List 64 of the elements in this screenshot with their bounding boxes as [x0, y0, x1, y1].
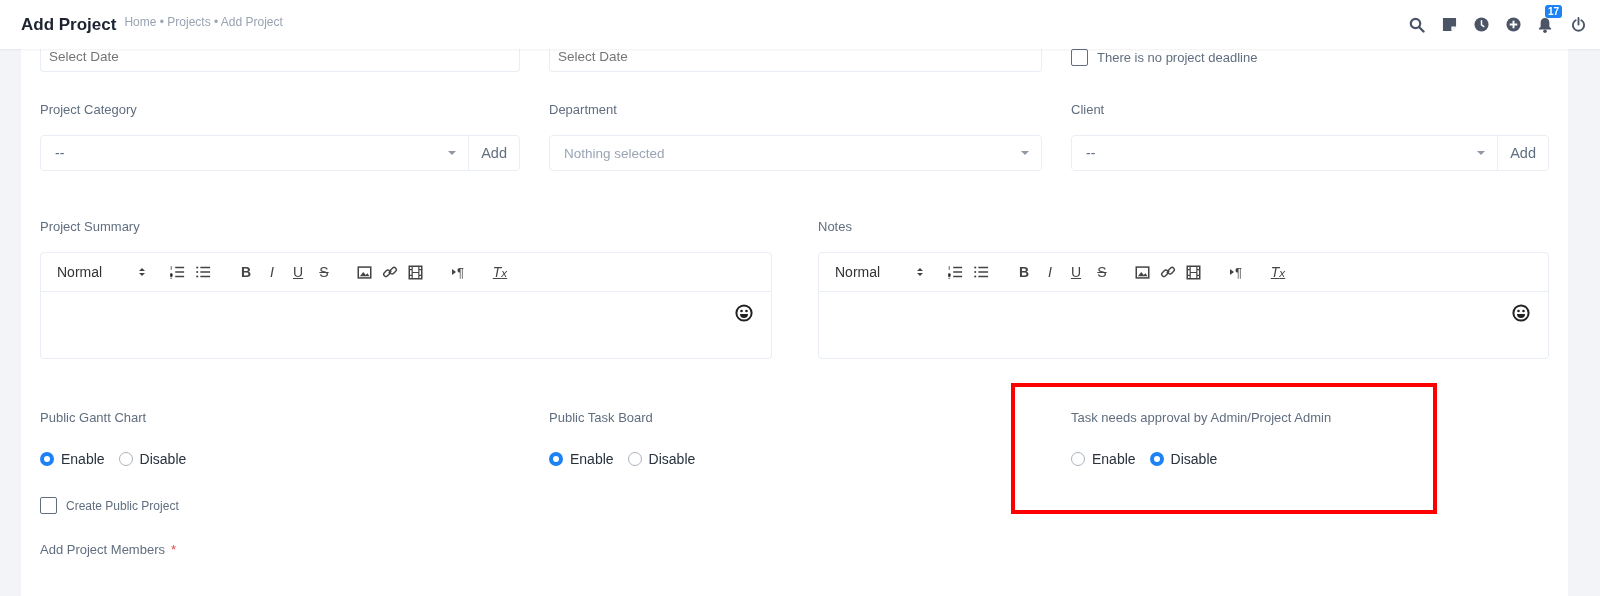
field-label: Client	[1071, 102, 1106, 117]
checkbox-label: Create Public Project	[66, 498, 179, 513]
text-direction-button[interactable]: ¶	[1227, 260, 1245, 284]
format-dropdown[interactable]: Normal	[57, 260, 145, 284]
checkbox-label: There is no project deadline	[1097, 50, 1258, 65]
format-dropdown[interactable]: Normal	[835, 260, 923, 284]
note-icon[interactable]	[1442, 17, 1457, 32]
smiley-icon[interactable]	[735, 304, 753, 322]
radio-button[interactable]	[549, 452, 563, 466]
text-direction-button[interactable]: ¶	[449, 260, 467, 284]
bullet-list-icon[interactable]	[973, 264, 989, 280]
bold-button[interactable]: B	[1015, 260, 1033, 284]
add-icon[interactable]	[1506, 17, 1521, 32]
numbered-list-icon[interactable]	[169, 264, 185, 280]
radio-button[interactable]	[1149, 452, 1164, 466]
date-field[interactable]: Select Date	[40, 49, 520, 72]
notification-badge: 17	[1545, 4, 1563, 18]
field-label: Public Task Board	[549, 410, 654, 425]
underline-button[interactable]: U	[289, 260, 307, 284]
date-field[interactable]: Select Date	[549, 49, 1042, 72]
bullet-list-icon[interactable]	[195, 264, 211, 280]
image-icon[interactable]	[357, 264, 372, 280]
search-icon[interactable]	[1409, 16, 1425, 33]
bell-icon[interactable]	[1538, 16, 1552, 33]
clock-icon[interactable]	[1474, 17, 1489, 32]
radio-button[interactable]	[627, 452, 642, 466]
link-icon[interactable]	[1160, 264, 1176, 280]
bold-button[interactable]: B	[237, 260, 255, 284]
radio-option[interactable]: Disable	[118, 451, 187, 467]
field-label: Notes	[818, 219, 853, 234]
underline-button[interactable]: U	[1067, 260, 1085, 284]
film-icon[interactable]	[408, 264, 423, 280]
radio-option[interactable]: Disable	[627, 451, 696, 467]
strikethrough-button[interactable]: S	[315, 260, 333, 284]
field-label: Add Project Members	[40, 542, 165, 557]
film-icon[interactable]	[1186, 264, 1201, 280]
radio-option[interactable]: Enable	[1071, 451, 1136, 467]
checkbox[interactable]	[40, 497, 57, 514]
radio-button[interactable]	[1071, 452, 1085, 466]
italic-button[interactable]: I	[263, 260, 281, 284]
radio-button[interactable]	[40, 452, 54, 466]
field-label: Project Summary	[40, 219, 141, 234]
breadcrumb: Home • Projects • Add Project	[124, 15, 283, 29]
checkbox[interactable]	[1071, 49, 1088, 66]
image-icon[interactable]	[1135, 264, 1150, 280]
link-icon[interactable]	[382, 264, 398, 280]
power-icon[interactable]	[1571, 17, 1586, 32]
field-label: Public Gantt Chart	[40, 410, 148, 425]
radio-option[interactable]: Enable	[40, 451, 105, 467]
page-title: Add Project	[21, 14, 117, 35]
strikethrough-button[interactable]: S	[1093, 260, 1111, 284]
required-mark: *	[171, 542, 177, 557]
radio-option[interactable]: Disable	[1149, 451, 1218, 467]
radio-option[interactable]: Enable	[549, 451, 614, 467]
field-label: Department	[549, 102, 618, 117]
sort-arrows-icon	[139, 268, 145, 276]
radio-button[interactable]	[118, 452, 133, 466]
field-label: Task needs approval by Admin/Project Admin	[1071, 410, 1333, 425]
field-label: Project Category	[40, 102, 138, 117]
smiley-icon[interactable]	[1512, 304, 1530, 322]
italic-button[interactable]: I	[1041, 260, 1059, 284]
sort-arrows-icon	[917, 268, 923, 276]
numbered-list-icon[interactable]	[947, 264, 963, 280]
caret-icon	[1021, 151, 1029, 155]
